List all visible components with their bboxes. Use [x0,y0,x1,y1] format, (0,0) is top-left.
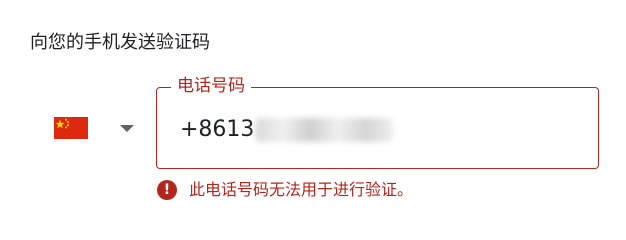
china-flag-icon [54,117,88,139]
phone-number-field[interactable]: 电话号码 +8613 [156,73,599,169]
country-code-selector[interactable] [48,106,140,150]
redacted-digits [255,118,393,142]
page-title: 向您的手机发送验证码 [30,32,210,53]
phone-number-input-value[interactable]: +8613 [180,115,254,145]
phone-number-label: 电话号码 [171,73,251,99]
error-icon: ! [157,180,177,200]
dropdown-arrow-icon[interactable] [120,124,134,132]
error-message: 此电话号码无法用于进行验证。 [189,180,414,199]
error-message-row: ! 此电话号码无法用于进行验证。 [157,178,413,202]
